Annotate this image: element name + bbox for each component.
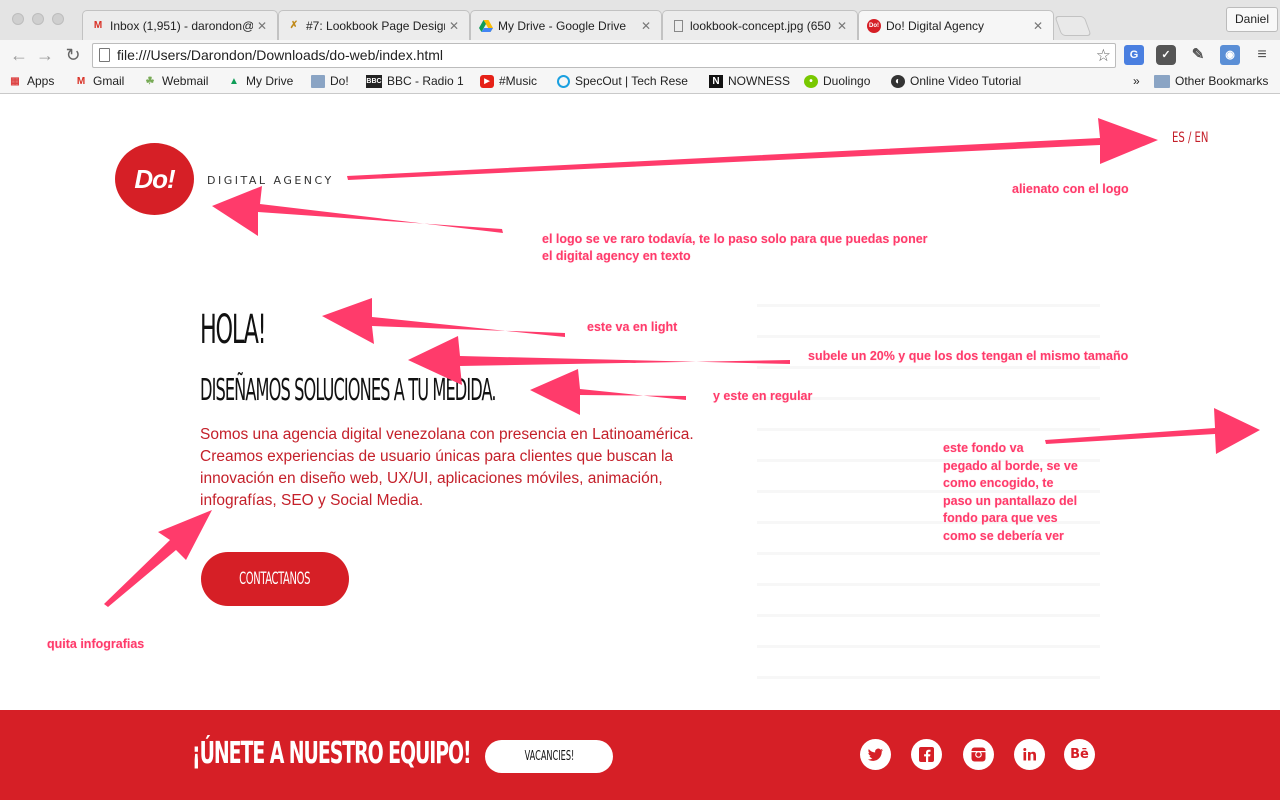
bookmark-star-icon[interactable]: ☆ (1096, 44, 1111, 67)
bookmark-bbc-radio-1[interactable]: BBC BBC - Radio 1 (366, 74, 464, 88)
bookmark-apps[interactable]: ▦ Apps (8, 74, 54, 88)
eyedropper-extension-icon[interactable]: ✎ (1188, 45, 1208, 65)
google-drive-icon (479, 19, 493, 33)
annotation-logo-align: alienato con el logo (1012, 182, 1129, 196)
twitter-icon[interactable] (860, 739, 891, 770)
linkedin-icon[interactable] (1014, 739, 1045, 770)
close-tab-icon[interactable]: ✕ (449, 19, 461, 33)
close-window-button[interactable] (12, 13, 24, 25)
bookmark-other-bookmarks[interactable]: Other Bookmarks (1154, 74, 1268, 88)
apps-grid-icon: ▦ (10, 75, 20, 87)
close-tab-icon[interactable]: ✕ (1033, 19, 1045, 33)
pocket-extension-icon[interactable]: ✓ (1156, 45, 1176, 65)
instagram-icon[interactable] (963, 739, 994, 770)
website-viewport: Do! DIGITAL AGENCY ES / EN HOLA! DISEÑAM… (0, 95, 1280, 800)
bookmark-my-drive[interactable]: ▲ My Drive (227, 74, 293, 88)
language-switcher[interactable]: ES / EN (1172, 130, 1208, 146)
hero-headline: HOLA! (200, 307, 267, 353)
footer-banner: ¡ÚNETE A NUESTRO EQUIPO! VACANCIES! Bē (0, 710, 1280, 800)
specout-icon (557, 74, 570, 88)
profile-button[interactable]: Daniel (1226, 7, 1279, 32)
tab-do-digital-agency[interactable]: Do! Do! Digital Agency ✕ (858, 10, 1054, 40)
tab-lookbook[interactable]: ✗ #7: Lookbook Page Design ✕ (278, 10, 470, 40)
zoom-window-button[interactable] (52, 13, 64, 25)
nowness-icon: N (709, 74, 723, 88)
address-text: file:///Users/Darondon/Downloads/do-web/… (117, 47, 444, 63)
folder-icon (311, 74, 325, 88)
bookmark-online-video-tutorial[interactable]: ◐ Online Video Tutorial (891, 74, 1023, 88)
gmail-icon: M (93, 20, 103, 31)
do-favicon-icon: Do! (867, 18, 881, 33)
hero-description: Somos una agencia digital venezolana con… (200, 426, 694, 509)
tab-lookbook-concept[interactable]: lookbook-concept.jpg (650 ✕ (662, 10, 858, 40)
join-team-heading: ¡ÚNETE A NUESTRO EQUIPO! (192, 736, 472, 771)
bookmark-gmail[interactable]: M Gmail (74, 74, 125, 88)
hero-subheadline: DISEÑAMOS SOLUCIONES A TU MEDIDA. (200, 373, 496, 408)
bookmark-nowness[interactable]: N NOWNESS (709, 74, 790, 88)
annotation-size: subele un 20% y que los dos tengan el mi… (808, 349, 1129, 363)
tab-google-drive[interactable]: My Drive - Google Drive ✕ (470, 10, 662, 40)
vacancies-button[interactable]: VACANCIES! (485, 740, 613, 773)
folder-icon (1154, 74, 1170, 88)
facebook-icon[interactable] (911, 739, 942, 770)
annotation-light: este va en light (587, 320, 678, 334)
annotation-regular: y este en regular (713, 389, 813, 403)
bookmark-do-folder[interactable]: Do! (311, 74, 349, 88)
webmail-icon: ☘ (145, 75, 155, 87)
bookmark-duolingo[interactable]: • Duolingo (804, 74, 870, 88)
camera-extension-icon[interactable]: ◉ (1220, 45, 1240, 65)
contact-button[interactable]: CONTACTANOS (201, 552, 349, 606)
browser-toolbar: ← → ↻ file:///Users/Darondon/Downloads/d… (0, 40, 1280, 70)
bookmark-music[interactable]: ▶ #Music (480, 74, 537, 88)
google-drive-icon: ▲ (229, 75, 239, 87)
forward-arrow-icon[interactable]: → (34, 44, 56, 66)
page-icon (99, 48, 110, 62)
duolingo-icon: • (804, 74, 818, 88)
bookmarks-bar: ▦ Apps M Gmail ☘ Webmail ▲ My Drive Do! … (0, 70, 1280, 94)
minimize-window-button[interactable] (32, 13, 44, 25)
lookbook-tab-icon: ✗ (289, 20, 299, 31)
annotation-background: este fondo va pegado al borde, se ve com… (943, 441, 1078, 543)
youtube-icon: ▶ (480, 74, 494, 88)
annotation-logo-note-1: el logo se ve raro todavía, te lo paso s… (542, 232, 928, 246)
do-logo[interactable]: Do! (115, 143, 194, 215)
document-icon (671, 19, 685, 33)
new-tab-button[interactable] (1054, 16, 1092, 36)
gmail-icon: M (76, 75, 86, 87)
annotation-logo-note-2: el digital agency en texto (542, 249, 691, 263)
translate-extension-icon[interactable]: G (1124, 45, 1144, 65)
bookmarks-overflow-chevron[interactable]: » (1133, 74, 1140, 88)
logo-tagline: DIGITAL AGENCY (207, 174, 334, 187)
bookmark-specout[interactable]: SpecOut | Tech Rese (557, 74, 688, 88)
browser-tab-bar: M Inbox (1,951) - darondon@ ✕ ✗ #7: Look… (0, 0, 1280, 40)
menu-icon[interactable]: ≡ (1252, 45, 1272, 65)
bookmark-webmail[interactable]: ☘ Webmail (143, 74, 209, 88)
address-bar[interactable]: file:///Users/Darondon/Downloads/do-web/… (92, 43, 1116, 68)
close-tab-icon[interactable]: ✕ (257, 19, 269, 33)
video-tutorial-icon: ◐ (891, 74, 905, 88)
close-tab-icon[interactable]: ✕ (837, 19, 849, 33)
behance-icon[interactable]: Bē (1064, 739, 1095, 770)
reload-icon[interactable]: ↻ (62, 44, 84, 66)
close-tab-icon[interactable]: ✕ (641, 19, 653, 33)
bbc-icon: BBC (366, 74, 382, 88)
annotation-infografias: quita infografias (47, 637, 145, 651)
tab-gmail[interactable]: M Inbox (1,951) - darondon@ ✕ (82, 10, 278, 40)
back-arrow-icon[interactable]: ← (8, 44, 30, 66)
